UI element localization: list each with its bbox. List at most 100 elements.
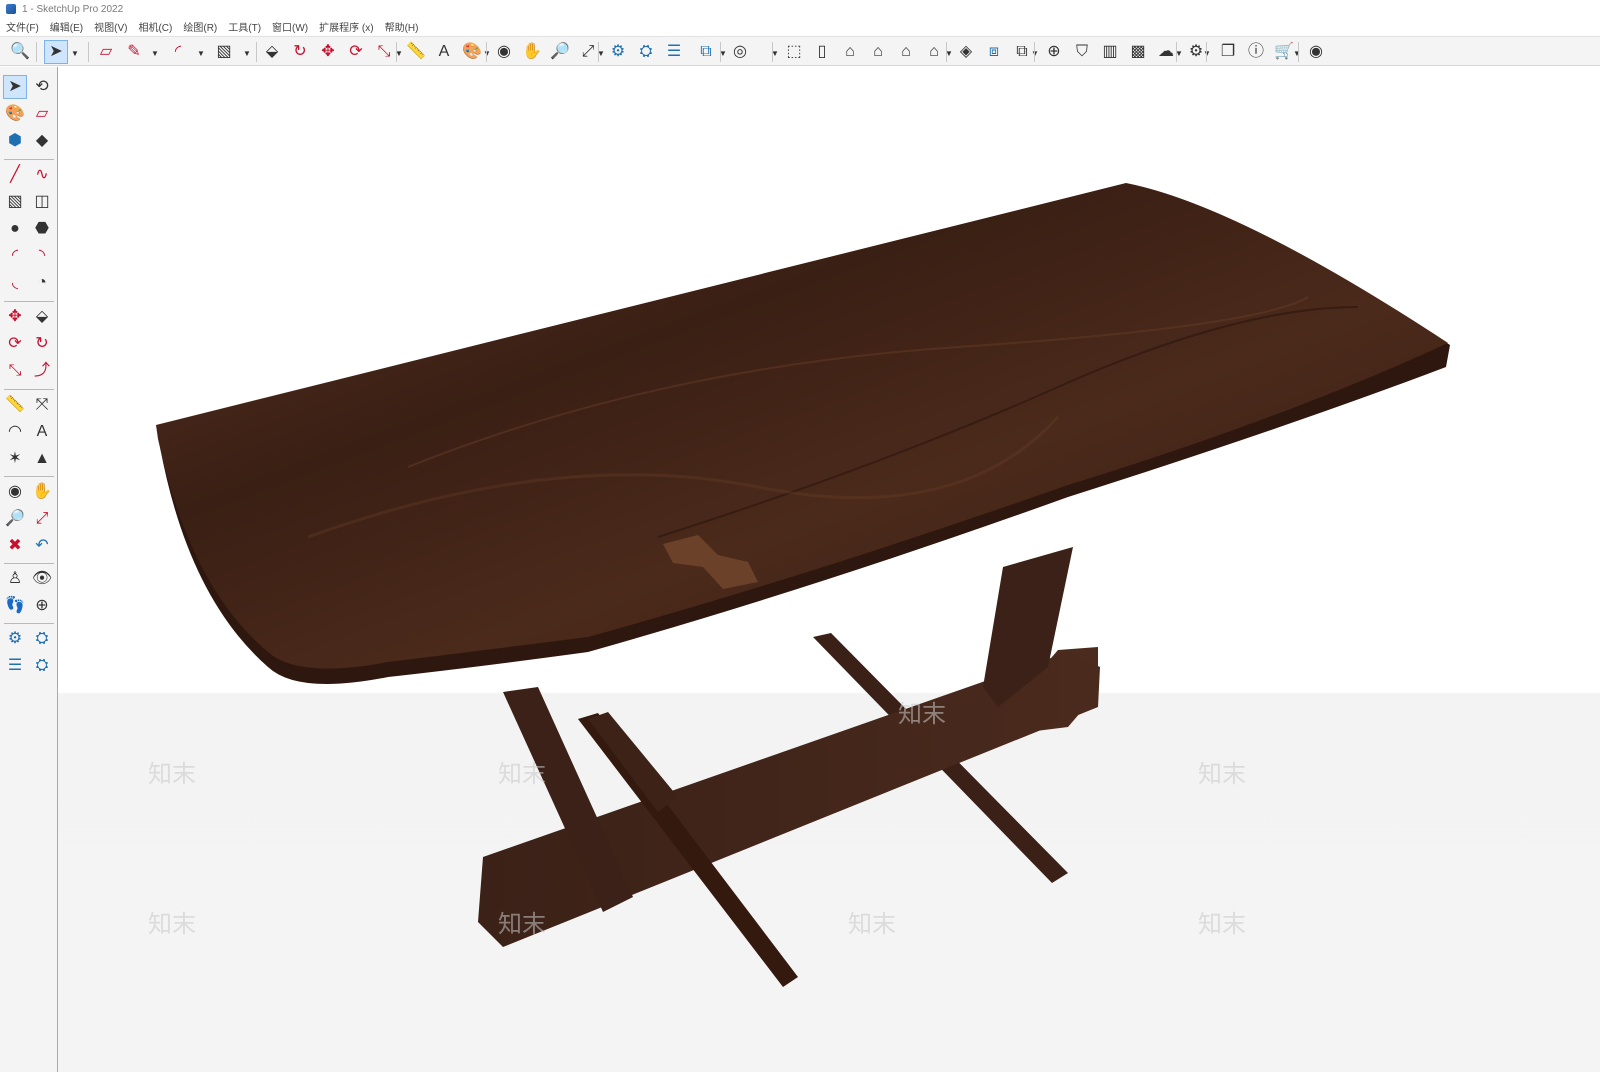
front-view-tool-button[interactable]: ▯ [810, 40, 834, 64]
rotate-tool-button[interactable]: ⟳ [344, 40, 368, 64]
styles-tool-button[interactable]: ⧉ [694, 40, 718, 64]
circle-tool-button[interactable]: ● [3, 217, 27, 241]
chevron-down-icon[interactable]: ▼ [196, 48, 206, 58]
extension-warehouse-tool-button[interactable]: ⛭ [634, 40, 658, 64]
table-model[interactable] [58, 67, 1600, 1072]
shield-tool-button[interactable]: ⛉ [1070, 40, 1094, 64]
tape-measure-tool-button[interactable]: 📏 [404, 40, 428, 64]
section-plane-tool-button[interactable]: ⊕ [30, 594, 54, 618]
arc-tool-button[interactable]: ◜ [166, 40, 190, 64]
follow-me-tool-button[interactable]: ↻ [30, 332, 54, 356]
menu-help[interactable]: 帮助(H) [385, 19, 419, 34]
pan-tool-button[interactable]: ✋ [520, 40, 544, 64]
checker-tool-button[interactable]: ▩ [1126, 40, 1150, 64]
zoom-extents-tool-button[interactable]: ✖ [3, 534, 27, 558]
component-tool-button[interactable]: ⬢ [3, 129, 27, 153]
previous-view-tool-button[interactable]: ↶ [30, 534, 54, 558]
menu-draw[interactable]: 绘图(R) [183, 19, 217, 34]
pie-tool-button[interactable]: ◔ [30, 271, 54, 295]
info-tool-button[interactable]: ⓘ [1244, 40, 1268, 64]
right-view-tool-button[interactable]: ⌂ [922, 40, 946, 64]
model-viewport[interactable]: 知末 知末 知末 知末 知末 知末 知末 知末 [58, 67, 1600, 1072]
text-tool-button[interactable]: A [30, 420, 54, 444]
orbit-tool-button[interactable]: ◉ [3, 480, 27, 504]
user-tool-button[interactable]: ◉ [1304, 40, 1328, 64]
walk-tool-button[interactable]: 👣 [3, 594, 27, 618]
section-plane-tool-button[interactable]: ⧈ [982, 40, 1006, 64]
rectangle-tool-button[interactable]: ▧ [212, 40, 236, 64]
move-tool-button[interactable]: ✥ [3, 305, 27, 329]
freehand-tool-button[interactable]: ∿ [30, 163, 54, 187]
axes-tool-button[interactable]: ✶ [3, 447, 27, 471]
3d-text-tool-button[interactable]: ▲ [30, 447, 54, 471]
menu-file[interactable]: 文件(F) [6, 19, 39, 34]
layout-tool-button[interactable]: ☰ [3, 654, 27, 678]
select-tool-button[interactable]: ➤ [44, 40, 68, 64]
menu-extensions[interactable]: 扩展程序 (x) [319, 19, 373, 34]
rectangle-tool-button[interactable]: ▧ [3, 190, 27, 214]
push-pull-tool-button[interactable]: ⬙ [260, 40, 284, 64]
component-icon: ⬢ [8, 132, 22, 149]
tag-tool-button[interactable]: ◆ [30, 129, 54, 153]
move-tool-button[interactable]: ✥ [316, 40, 340, 64]
left-view-tool-button[interactable]: ⌂ [894, 40, 918, 64]
follow-me-tool-button[interactable]: ↻ [288, 40, 312, 64]
chevron-down-icon[interactable]: ▼ [70, 48, 80, 58]
polygon-tool-button[interactable]: ⬣ [30, 217, 54, 241]
base-cross-front[interactable] [588, 712, 678, 812]
menu-view[interactable]: 视图(V) [94, 19, 127, 34]
chevron-down-icon[interactable]: ▼ [482, 48, 492, 58]
rotated-rectangle-tool-button[interactable]: ◫ [30, 190, 54, 214]
offset-tool-button[interactable]: ⤴ [30, 359, 54, 383]
orbit-tool-button[interactable]: ◉ [492, 40, 516, 64]
add-location-tool-button[interactable]: ⊕ [1042, 40, 1066, 64]
dimension-tool-button[interactable]: ⤧ [30, 393, 54, 417]
line-tool-button[interactable]: ╱ [3, 163, 27, 187]
extension-manager-tool-button[interactable]: ⛭ [30, 654, 54, 678]
menu-camera[interactable]: 相机(C) [138, 19, 172, 34]
push-pull-tool-button[interactable]: ⬙ [30, 305, 54, 329]
layout-tool-button[interactable]: ☰ [662, 40, 686, 64]
chevron-down-icon[interactable]: ▼ [150, 48, 160, 58]
menu-tools[interactable]: 工具(T) [228, 19, 261, 34]
orbit-tool-button[interactable]: ⟲ [30, 75, 54, 99]
menu-window[interactable]: 窗口(W) [272, 19, 308, 34]
top-view-tool-button[interactable]: ⌂ [838, 40, 862, 64]
iso-view-tool-button[interactable]: ⬚ [782, 40, 806, 64]
look-around-tool-button[interactable]: 👁 [30, 567, 54, 591]
shadow-tool-button[interactable]: ◈ [954, 40, 978, 64]
position-camera-tool-button[interactable]: ♙ [3, 567, 27, 591]
paint-bucket-tool-button[interactable]: 🎨 [460, 40, 484, 64]
scale-tool-button[interactable]: ⤡ [372, 40, 396, 64]
zoom-tool-button[interactable]: 🔎 [548, 40, 572, 64]
scale-tool-button[interactable]: ⤡ [3, 359, 27, 383]
select-tool-button[interactable]: ➤ [3, 75, 27, 99]
materials-tool-button[interactable]: ▥ [1098, 40, 1122, 64]
zoom-window-tool-button[interactable]: ⤢ [30, 507, 54, 531]
chevron-down-icon[interactable]: ▼ [1202, 48, 1212, 58]
rotate-tool-button[interactable]: ⟳ [3, 332, 27, 356]
pencil-tool-button[interactable]: ✎ [122, 40, 146, 64]
outliner-tool-button[interactable]: ❐ [1216, 40, 1240, 64]
two-point-arc-tool-button[interactable]: ◝ [30, 244, 54, 268]
three-point-arc-tool-button[interactable]: ◟ [3, 271, 27, 295]
chevron-down-icon[interactable]: ▼ [1030, 48, 1040, 58]
protractor-tool-button[interactable]: ◠ [3, 420, 27, 444]
chevron-down-icon[interactable]: ▼ [1292, 48, 1302, 58]
chevron-down-icon[interactable]: ▼ [242, 48, 252, 58]
account-tool-button[interactable]: ◎ [728, 40, 752, 64]
paint-bucket-tool-button[interactable]: 🎨 [3, 102, 27, 126]
zoom-extents-tool-button[interactable]: 🔍 [8, 40, 32, 64]
eraser-tool-button[interactable]: ▱ [30, 102, 54, 126]
warehouse-tool-button[interactable]: ⚙ [3, 627, 27, 651]
back-view-tool-button[interactable]: ⌂ [866, 40, 890, 64]
zoom-tool-button[interactable]: 🔎 [3, 507, 27, 531]
warehouse-tool-button[interactable]: ⚙ [606, 40, 630, 64]
arc-tool-button[interactable]: ◜ [3, 244, 27, 268]
text-tool-button[interactable]: A [432, 40, 456, 64]
extension-warehouse-tool-button[interactable]: ⛭ [30, 627, 54, 651]
tape-measure-tool-button[interactable]: 📏 [3, 393, 27, 417]
eraser-tool-button[interactable]: ▱ [94, 40, 118, 64]
pan-tool-button[interactable]: ✋ [30, 480, 54, 504]
menu-edit[interactable]: 编辑(E) [50, 19, 83, 34]
